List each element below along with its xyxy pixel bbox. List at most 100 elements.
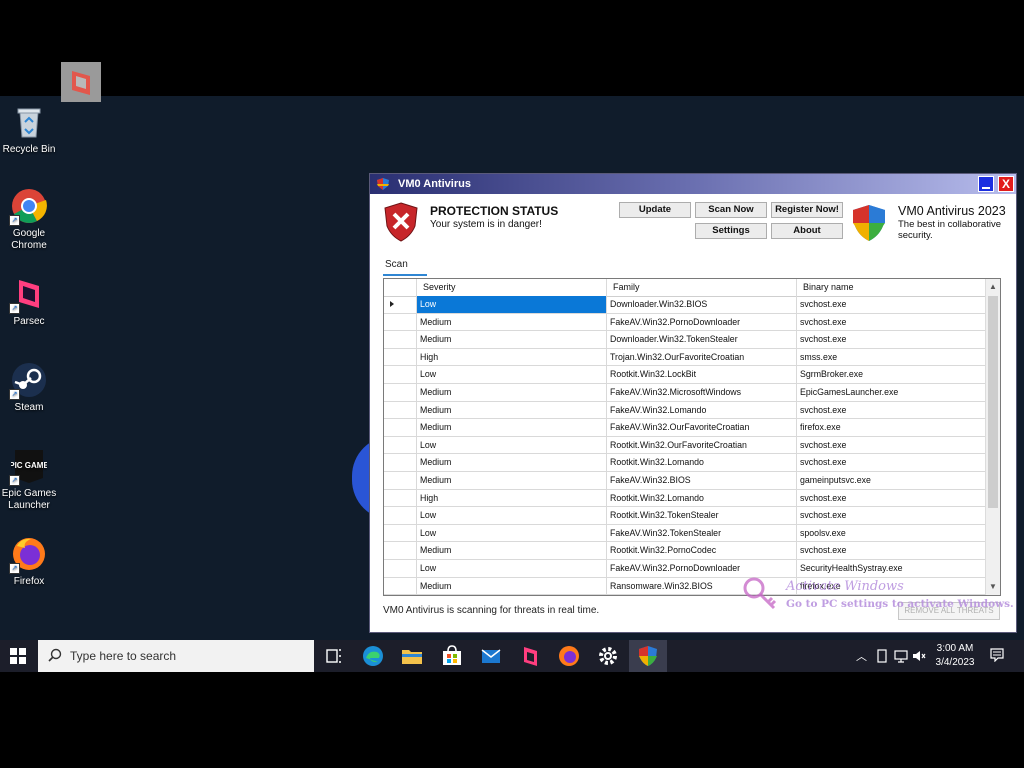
severity-cell[interactable]: Low <box>416 559 606 577</box>
table-row[interactable]: Low Rootkit.Win32.OurFavoriteCroatian svch… <box>384 436 987 455</box>
severity-cell[interactable]: Low <box>416 366 606 384</box>
family-cell[interactable]: FakeAV.Win32.MicrosoftWindows <box>606 383 796 401</box>
family-cell[interactable]: Rootkit.Win32.LockBit <box>606 366 796 384</box>
table-row[interactable]: Low FakeAV.Win32.TokenStealer spoolsv.exe <box>384 524 987 543</box>
vm0-antivirus-taskbar-icon[interactable] <box>636 644 660 668</box>
table-row[interactable]: Low Rootkit.Win32.LockBit SgrmBroker.exe <box>384 366 987 384</box>
table-row[interactable]: Medium Rootkit.Win32.PornoCodec svchost.ex… <box>384 542 987 560</box>
family-cell[interactable]: FakeAV.Win32.OurFavoriteCroatian <box>606 419 796 437</box>
column-header-family[interactable]: Family <box>606 279 796 296</box>
settings-gear-icon[interactable] <box>596 644 620 668</box>
desktop-icon-recycle-bin[interactable]: Recycle Bin <box>0 104 58 156</box>
binary-name-cell[interactable]: SgrmBroker.exe <box>796 366 987 384</box>
row-header[interactable] <box>384 525 416 542</box>
binary-name-cell[interactable]: svchost.exe <box>796 454 987 472</box>
mail-icon[interactable] <box>479 644 503 668</box>
row-header[interactable] <box>384 437 416 454</box>
family-cell[interactable]: FakeAV.Win32.TokenStealer <box>606 524 796 542</box>
windows-start-icon[interactable] <box>10 648 26 664</box>
row-header[interactable] <box>384 349 416 366</box>
desktop-icon-chrome[interactable]: ↗ Google Chrome <box>0 188 58 252</box>
row-header[interactable] <box>384 472 416 489</box>
tab-scan[interactable]: Scan <box>385 259 408 270</box>
table-row[interactable]: Low Downloader.Win32.BIOS svchost.exe <box>384 296 987 314</box>
family-cell[interactable]: Rootkit.Win32.Lomando <box>606 489 796 507</box>
severity-cell[interactable]: Low <box>416 436 606 454</box>
binary-name-cell[interactable]: SecurityHealthSystray.exe <box>796 559 987 577</box>
row-header[interactable] <box>384 542 416 559</box>
severity-cell[interactable]: Medium <box>416 542 606 560</box>
binary-name-cell[interactable]: smss.exe <box>796 348 987 366</box>
settings-button[interactable]: Settings <box>695 223 767 239</box>
family-cell[interactable]: Rootkit.Win32.Lomando <box>606 454 796 472</box>
row-header[interactable] <box>384 490 416 507</box>
binary-name-cell[interactable]: svchost.exe <box>796 542 987 560</box>
binary-name-cell[interactable]: svchost.exe <box>796 436 987 454</box>
scroll-up-icon[interactable]: ▲ <box>988 281 998 293</box>
table-row[interactable]: Medium FakeAV.Win32.MicrosoftWindows EpicG… <box>384 383 987 402</box>
severity-cell[interactable]: High <box>416 348 606 366</box>
severity-cell[interactable]: Medium <box>416 577 606 595</box>
family-cell[interactable]: Downloader.Win32.TokenStealer <box>606 331 796 349</box>
severity-cell[interactable]: Medium <box>416 401 606 419</box>
device-icon[interactable] <box>876 649 888 663</box>
update-button[interactable]: Update <box>619 202 691 218</box>
desktop-icon-parsec[interactable]: ↗ Parsec <box>0 276 58 328</box>
minimize-button[interactable] <box>978 176 994 192</box>
taskbar-search-box[interactable]: Type here to search <box>38 640 314 672</box>
store-icon[interactable] <box>440 644 464 668</box>
severity-cell[interactable]: Medium <box>416 331 606 349</box>
row-header[interactable] <box>384 384 416 401</box>
binary-name-cell[interactable]: firefox.exe <box>796 419 987 437</box>
family-cell[interactable]: FakeAV.Win32.Lomando <box>606 401 796 419</box>
desktop-icon-steam[interactable]: ↗ Steam <box>0 362 58 414</box>
about-button[interactable]: About <box>771 223 843 239</box>
severity-cell[interactable]: Medium <box>416 471 606 489</box>
table-row[interactable]: Low FakeAV.Win32.PornoDownloader SecurityH… <box>384 559 987 578</box>
row-header[interactable] <box>384 454 416 471</box>
binary-name-cell[interactable]: svchost.exe <box>796 331 987 349</box>
register-now-button[interactable]: Register Now! <box>771 202 843 218</box>
task-view-icon[interactable] <box>322 644 346 668</box>
row-header[interactable] <box>384 314 416 331</box>
table-row[interactable]: Medium FakeAV.Win32.OurFavoriteCroatian fi… <box>384 419 987 437</box>
table-row[interactable]: Medium FakeAV.Win32.BIOS gameinputsvc.exe <box>384 471 987 490</box>
family-cell[interactable]: Trojan.Win32.OurFavoriteCroatian <box>606 348 796 366</box>
taskbar-clock[interactable]: 3:00 AM 3/4/2023 <box>920 642 990 670</box>
row-header[interactable] <box>384 419 416 436</box>
family-cell[interactable]: Rootkit.Win32.OurFavoriteCroatian <box>606 436 796 454</box>
table-row[interactable]: High Trojan.Win32.OurFavoriteCroatian smss… <box>384 348 987 367</box>
binary-name-cell[interactable]: gameinputsvc.exe <box>796 471 987 489</box>
binary-name-cell[interactable]: spoolsv.exe <box>796 524 987 542</box>
family-cell[interactable]: FakeAV.Win32.BIOS <box>606 471 796 489</box>
show-hidden-icons-chevron-icon[interactable]: ︿ <box>856 648 867 664</box>
row-header[interactable] <box>384 366 416 383</box>
severity-cell[interactable]: Low <box>416 507 606 525</box>
family-cell[interactable]: Downloader.Win32.BIOS <box>606 296 796 313</box>
row-header[interactable] <box>384 296 416 313</box>
table-row[interactable]: Low Rootkit.Win32.TokenStealer svchost.exe <box>384 507 987 525</box>
table-row[interactable]: Medium Downloader.Win32.TokenStealer svcho… <box>384 331 987 349</box>
binary-name-cell[interactable]: svchost.exe <box>796 489 987 507</box>
row-header[interactable] <box>384 560 416 577</box>
desktop-icon-firefox[interactable]: ↗ Firefox <box>0 536 58 588</box>
network-icon[interactable] <box>894 649 908 663</box>
scrollbar-thumb[interactable] <box>988 296 998 508</box>
edge-icon[interactable] <box>361 644 385 668</box>
dragged-parsec-icon[interactable] <box>61 62 101 102</box>
binary-name-cell[interactable]: svchost.exe <box>796 401 987 419</box>
title-bar[interactable]: VM0 Antivirus X <box>370 174 1016 194</box>
family-cell[interactable]: FakeAV.Win32.PornoDownloader <box>606 559 796 577</box>
column-header-severity[interactable]: Severity <box>416 279 606 296</box>
row-header[interactable] <box>384 331 416 348</box>
severity-cell[interactable]: Medium <box>416 383 606 401</box>
severity-cell[interactable]: Medium <box>416 419 606 437</box>
family-cell[interactable]: Rootkit.Win32.PornoCodec <box>606 542 796 560</box>
severity-cell[interactable]: Medium <box>416 313 606 331</box>
close-button[interactable]: X <box>998 176 1014 192</box>
row-header[interactable] <box>384 578 416 595</box>
severity-cell[interactable]: High <box>416 489 606 507</box>
binary-name-cell[interactable]: svchost.exe <box>796 296 987 313</box>
severity-cell[interactable]: Low <box>416 524 606 542</box>
table-row[interactable]: Medium FakeAV.Win32.Lomando svchost.exe <box>384 401 987 420</box>
